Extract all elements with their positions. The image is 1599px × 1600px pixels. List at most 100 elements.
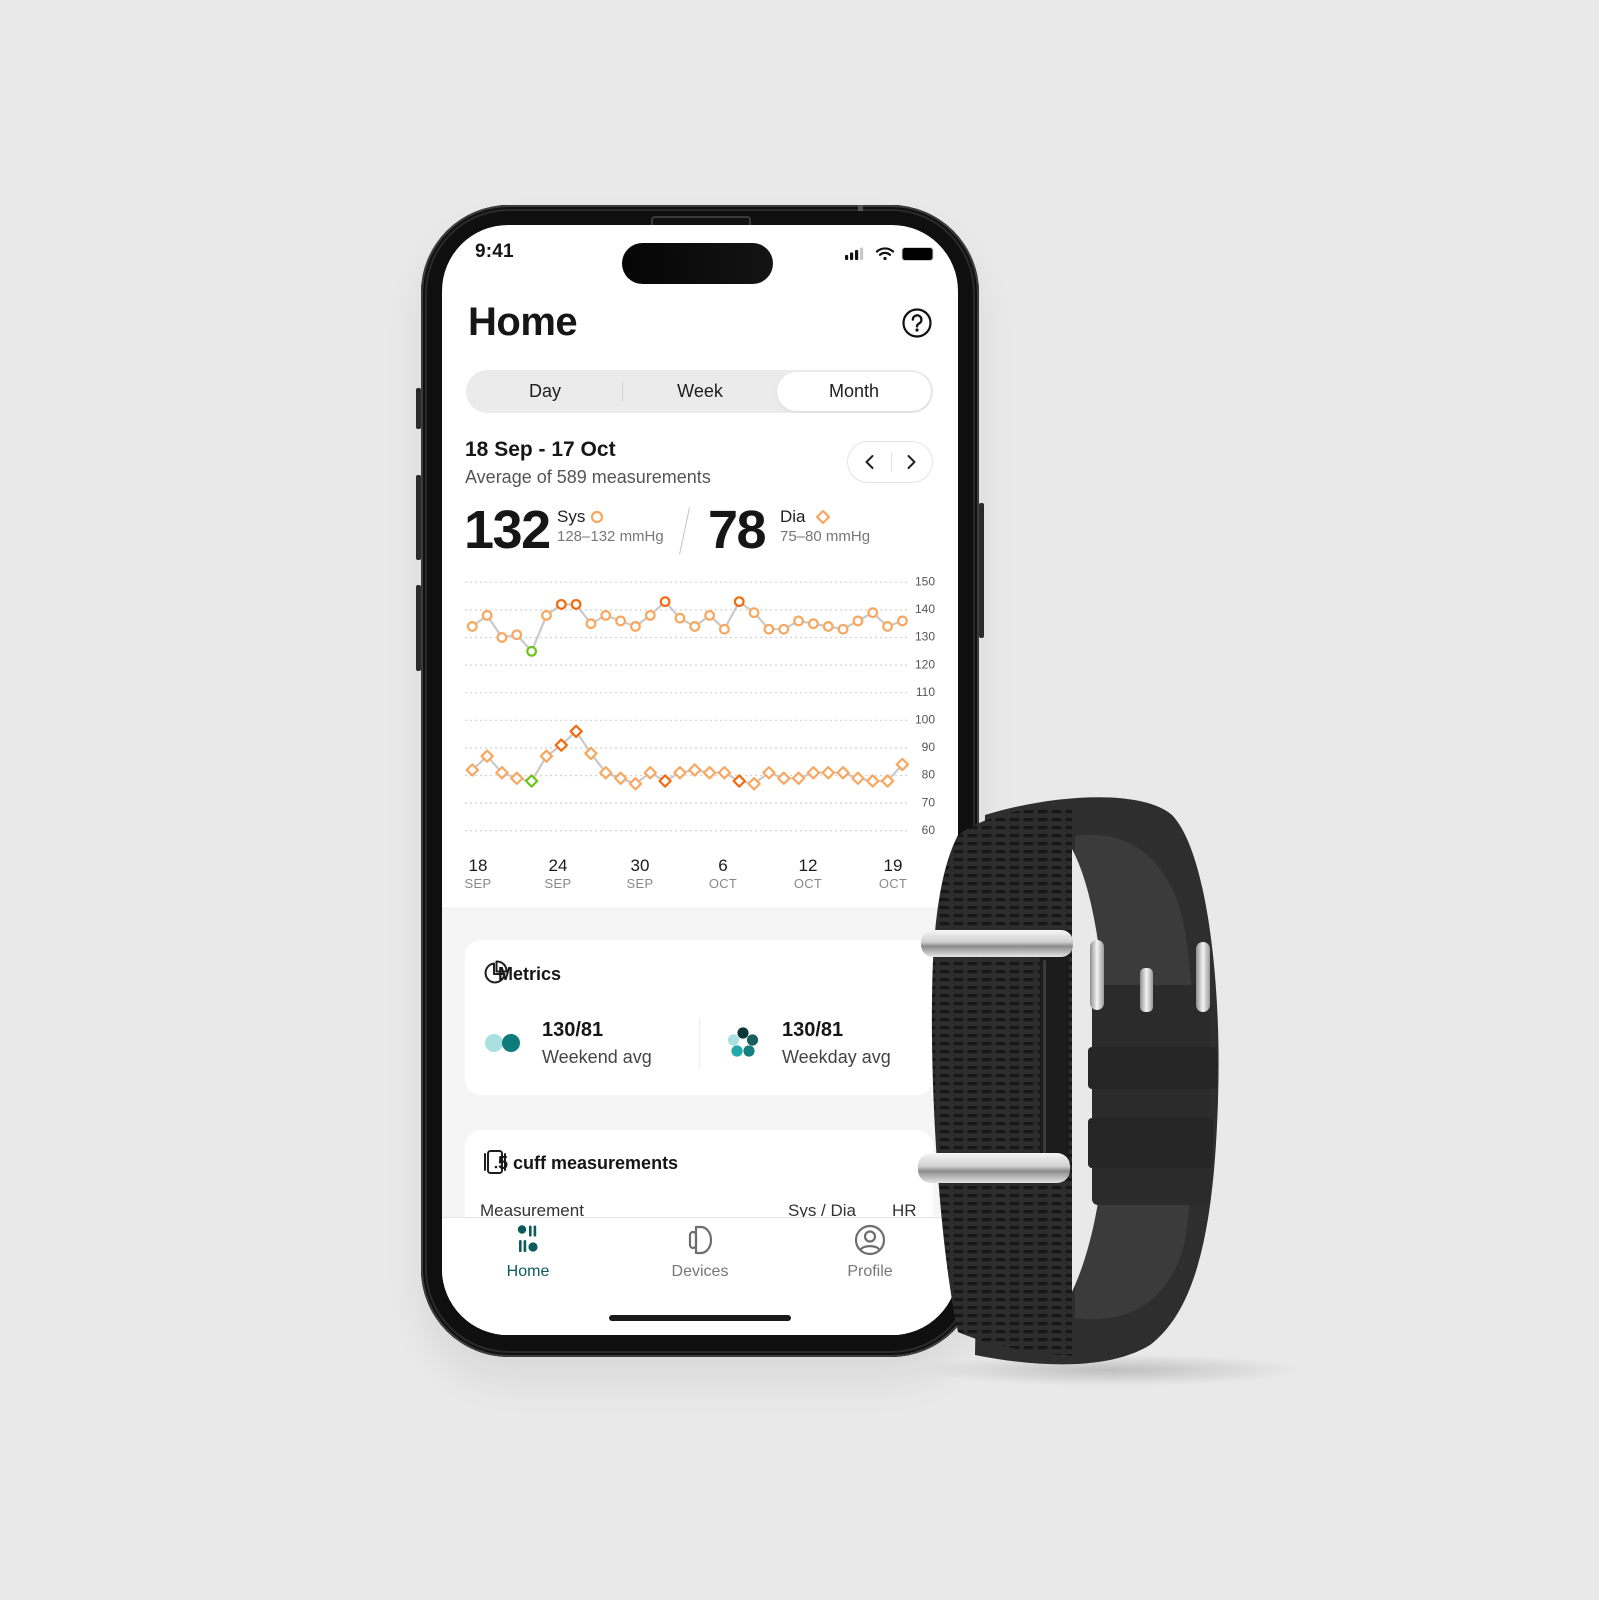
wristband-loop-top xyxy=(921,930,1073,957)
status-time: 9:41 xyxy=(475,241,514,262)
tab-week-label: Week xyxy=(677,381,723,401)
weekend-avg-value: 130/81 xyxy=(542,1019,604,1041)
dia-data-point xyxy=(791,771,806,785)
weekend-dots-icon xyxy=(485,1034,520,1052)
sys-data-point xyxy=(481,610,493,621)
value-separator xyxy=(679,507,690,555)
sys-data-point xyxy=(748,607,760,619)
sys-data-point xyxy=(719,623,730,635)
sys-data-point xyxy=(511,629,523,641)
sys-data-point xyxy=(600,610,612,621)
next-period-button[interactable] xyxy=(890,442,932,482)
page-title: Home xyxy=(468,300,578,344)
sensor-module-highlight xyxy=(1043,960,1046,1156)
sys-data-point xyxy=(585,618,597,630)
dynamic-island xyxy=(622,243,773,284)
sys-data-point xyxy=(644,610,656,621)
sys-data-point xyxy=(808,618,819,630)
y-tick-label: 140 xyxy=(915,602,935,616)
tab-bar-devices[interactable]: Devices xyxy=(645,1224,755,1284)
antenna-band xyxy=(858,205,863,211)
tab-month-label: Month xyxy=(828,381,880,401)
x-tick-label: 24 SEP xyxy=(528,855,588,891)
tab-day[interactable]: Day xyxy=(468,372,622,411)
chevron-right-icon xyxy=(907,455,916,469)
volume-down-button[interactable] xyxy=(416,585,421,671)
sys-data-point xyxy=(763,623,775,635)
cuff-measurements-title: 5 cuff measurements xyxy=(498,1153,679,1173)
devices-icon xyxy=(688,1225,713,1255)
sys-data-point xyxy=(674,612,686,624)
dia-data-point xyxy=(673,766,687,780)
buckle-frame-left xyxy=(1090,940,1104,1010)
y-tick-label: 100 xyxy=(915,712,935,726)
wristband-device xyxy=(918,797,1300,1386)
sys-data-point xyxy=(837,623,849,635)
dia-data-point xyxy=(702,766,717,780)
weekend-avg-label: Weekend avg xyxy=(542,1047,652,1067)
tab-bar-home-label: Home xyxy=(506,1263,550,1280)
home-indicator[interactable] xyxy=(609,1315,791,1321)
systolic-label: Sys xyxy=(557,507,586,526)
sys-data-point xyxy=(778,623,790,635)
dia-data-point xyxy=(658,774,672,788)
sys-data-point xyxy=(704,610,715,621)
weekday-dots-icon xyxy=(727,1027,759,1057)
x-tick-day: 18 xyxy=(468,856,488,875)
weekday-avg-label: Weekday avg xyxy=(782,1047,891,1067)
x-tick-label: 6 OCT xyxy=(693,855,753,891)
y-tick-label: 120 xyxy=(915,657,935,671)
dia-data-point xyxy=(510,771,524,785)
dia-data-point xyxy=(717,766,732,780)
sys-data-point xyxy=(882,621,893,632)
dia-data-point xyxy=(821,766,835,780)
power-button[interactable] xyxy=(979,503,984,638)
sys-data-point xyxy=(822,621,834,632)
sys-data-point xyxy=(570,598,582,610)
x-tick-month: SEP xyxy=(544,876,572,891)
measurement-count: Average of 589 measurements xyxy=(465,467,711,487)
systolic-circle-marker-icon xyxy=(590,510,604,524)
wristband-keeper xyxy=(1088,1047,1217,1089)
sys-data-point xyxy=(466,621,478,632)
sys-data-point xyxy=(659,596,671,608)
dia-data-point xyxy=(836,766,850,780)
battery-icon xyxy=(901,247,934,261)
y-tick-label: 150 xyxy=(915,574,935,588)
sys-data-point xyxy=(867,607,879,619)
wristband-buckle-strap xyxy=(1092,985,1210,1205)
tab-day-label: Day xyxy=(528,381,561,401)
tab-week[interactable]: Week xyxy=(623,372,777,411)
sys-data-point xyxy=(526,645,538,657)
y-tick-label: 110 xyxy=(916,685,935,699)
previous-period-button[interactable] xyxy=(849,442,891,482)
sys-data-point xyxy=(555,598,567,610)
tab-bar-devices-label: Devices xyxy=(671,1263,729,1280)
buckle-frame-right xyxy=(1196,942,1210,1012)
chevron-left-icon xyxy=(865,455,874,469)
x-tick-month: OCT xyxy=(708,876,738,891)
dia-data-point xyxy=(851,771,865,785)
action-button[interactable] xyxy=(416,388,421,429)
tab-month[interactable]: Month xyxy=(777,372,931,411)
diastolic-diamond-marker-icon xyxy=(815,509,831,525)
weekday-avg-value: 130/81 xyxy=(782,1019,844,1041)
y-tick-label: 90 xyxy=(922,740,936,754)
status-icons xyxy=(845,247,934,261)
help-circle-icon[interactable] xyxy=(901,307,933,339)
sys-data-point xyxy=(689,621,701,632)
sys-data-point xyxy=(793,615,804,627)
sys-data-point xyxy=(852,615,864,627)
volume-up-button[interactable] xyxy=(416,475,421,560)
dia-data-point xyxy=(806,766,821,780)
systolic-range: 128–132 mmHg xyxy=(557,528,664,545)
systolic-average: 132 xyxy=(464,500,551,560)
sys-data-point xyxy=(897,615,908,627)
tab-bar-home[interactable]: Home xyxy=(473,1224,583,1284)
wifi-icon xyxy=(875,247,895,261)
wristband-keeper xyxy=(1088,1118,1213,1168)
x-tick-day: 24 xyxy=(548,856,568,875)
buckle-prong xyxy=(1140,968,1153,1012)
dia-data-point xyxy=(524,774,539,788)
x-tick-month: OCT xyxy=(793,876,823,891)
